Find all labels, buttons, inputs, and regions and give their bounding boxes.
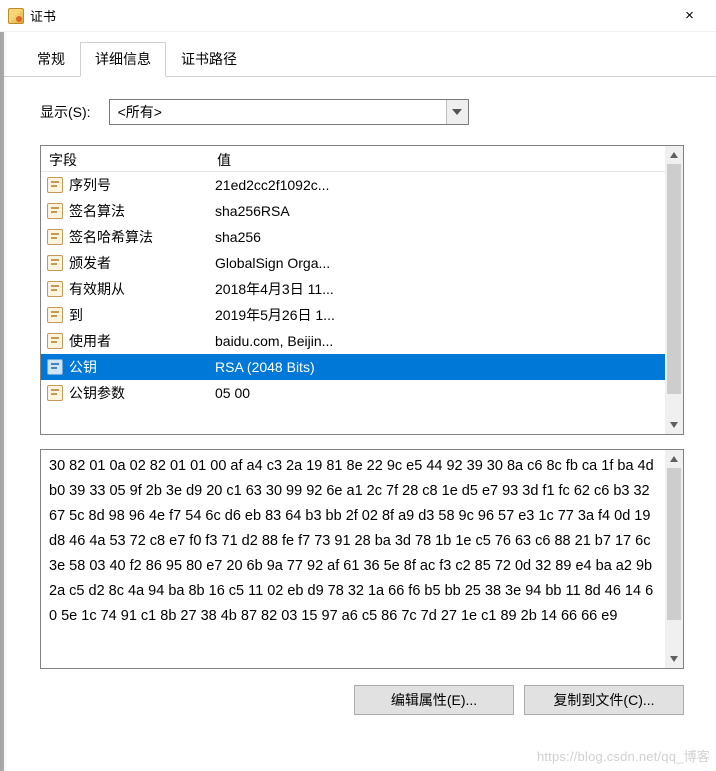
list-column-field[interactable]: 字段 (41, 146, 209, 171)
value-cell: sha256RSA (209, 203, 683, 219)
table-row[interactable]: 有效期从 2018年4月3日 11... (41, 276, 683, 302)
field-cell: 序列号 (41, 175, 209, 195)
list-column-value[interactable]: 值 (209, 146, 683, 171)
field-icon (47, 385, 63, 401)
list-body: 序列号 21ed2cc2f1092c... 签名算法 sha256RSA 签名哈希算法 s… (41, 172, 683, 406)
value-cell: RSA (2048 Bits) (209, 359, 683, 375)
list-header: 字段 值 (41, 146, 683, 172)
button-row: 编辑属性(E)... 复制到文件(C)... (4, 685, 716, 715)
field-icon (47, 333, 63, 349)
field-cell: 颁发者 (41, 253, 209, 273)
table-row[interactable]: 签名哈希算法 sha256 (41, 224, 683, 250)
certificate-icon (8, 8, 24, 24)
field-icon (47, 255, 63, 271)
scroll-thumb[interactable] (667, 164, 681, 394)
table-row[interactable]: 公钥 RSA (2048 Bits) (41, 354, 683, 380)
value-cell: 2019年5月26日 1... (209, 305, 683, 325)
list-scrollbar[interactable] (665, 146, 683, 434)
value-cell: baidu.com, Beijin... (209, 333, 683, 349)
table-row[interactable]: 公钥参数 05 00 (41, 380, 683, 406)
tab-cert-path[interactable]: 证书路径 (166, 42, 252, 76)
field-cell: 公钥 (41, 357, 209, 377)
field-label: 有效期从 (69, 279, 125, 299)
field-icon (47, 177, 63, 193)
scroll-thumb[interactable] (667, 468, 681, 620)
field-cell: 有效期从 (41, 279, 209, 299)
field-label: 签名哈希算法 (69, 227, 153, 247)
scroll-up-icon[interactable] (665, 450, 683, 468)
table-row[interactable]: 到 2019年5月26日 1... (41, 302, 683, 328)
field-icon (47, 281, 63, 297)
table-row[interactable]: 签名算法 sha256RSA (41, 198, 683, 224)
field-icon (47, 203, 63, 219)
title-bar: 证书 × (0, 0, 716, 32)
show-select[interactable]: <所有> (109, 99, 469, 125)
hex-text[interactable]: 30 82 01 0a 02 82 01 01 00 af a4 c3 2a 1… (41, 450, 683, 668)
table-row[interactable]: 颁发者 GlobalSign Orga... (41, 250, 683, 276)
field-label: 签名算法 (69, 201, 125, 221)
chevron-down-icon (446, 100, 468, 124)
field-label: 公钥参数 (69, 383, 125, 403)
field-icon (47, 307, 63, 323)
dialog-body: 常规 详细信息 证书路径 显示(S): <所有> 字段 值 序列号 21ed2cc… (0, 32, 716, 771)
close-button[interactable]: × (667, 2, 712, 30)
tabs: 常规 详细信息 证书路径 (4, 32, 716, 77)
field-cell: 到 (41, 305, 209, 325)
value-cell: 05 00 (209, 385, 683, 401)
field-cell: 签名算法 (41, 201, 209, 221)
value-cell: 2018年4月3日 11... (209, 279, 683, 299)
field-cell: 使用者 (41, 331, 209, 351)
copy-to-file-button[interactable]: 复制到文件(C)... (524, 685, 684, 715)
scroll-down-icon[interactable] (665, 416, 683, 434)
show-selected-value: <所有> (118, 102, 162, 122)
window-title: 证书 (30, 6, 667, 25)
field-cell: 公钥参数 (41, 383, 209, 403)
show-label: 显示(S): (40, 102, 91, 122)
table-row[interactable]: 使用者 baidu.com, Beijin... (41, 328, 683, 354)
field-icon (47, 229, 63, 245)
hex-scrollbar[interactable] (665, 450, 683, 668)
field-icon (47, 359, 63, 375)
field-label: 到 (69, 305, 83, 325)
field-label: 使用者 (69, 331, 111, 351)
close-icon: × (685, 7, 694, 24)
hex-panel: 30 82 01 0a 02 82 01 01 00 af a4 c3 2a 1… (40, 449, 684, 669)
value-cell: 21ed2cc2f1092c... (209, 177, 683, 193)
edit-properties-button[interactable]: 编辑属性(E)... (354, 685, 514, 715)
field-label: 序列号 (69, 175, 111, 195)
scroll-up-icon[interactable] (665, 146, 683, 164)
tab-general[interactable]: 常规 (22, 42, 80, 76)
value-cell: sha256 (209, 229, 683, 245)
table-row[interactable]: 序列号 21ed2cc2f1092c... (41, 172, 683, 198)
tab-details[interactable]: 详细信息 (80, 42, 166, 77)
show-row: 显示(S): <所有> (4, 77, 716, 145)
field-label: 颁发者 (69, 253, 111, 273)
field-cell: 签名哈希算法 (41, 227, 209, 247)
value-cell: GlobalSign Orga... (209, 255, 683, 271)
field-label: 公钥 (69, 357, 97, 377)
field-list: 字段 值 序列号21ed2cc2f1092c...签名算法sha256RSA签名… (40, 145, 684, 435)
scroll-down-icon[interactable] (665, 650, 683, 668)
